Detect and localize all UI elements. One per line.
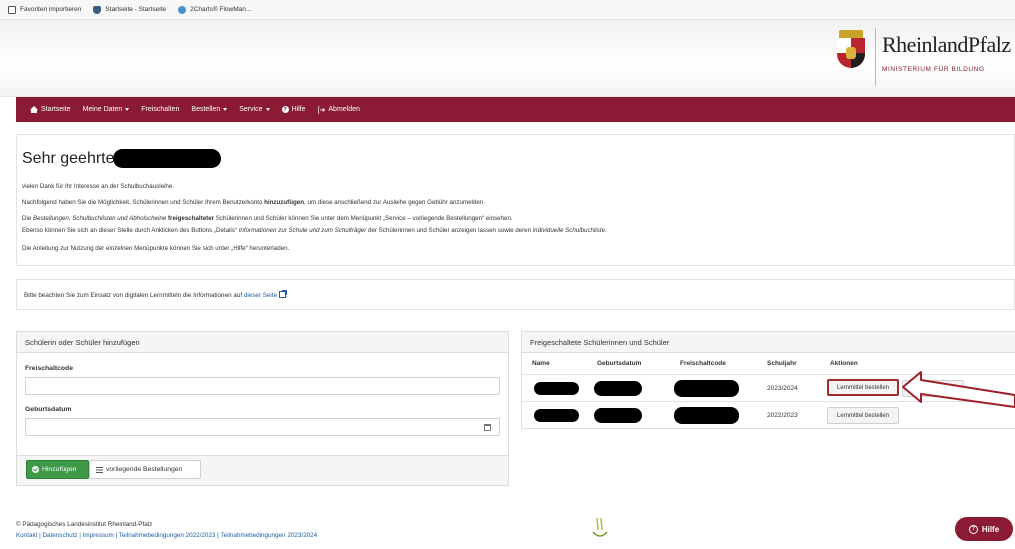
row-divider — [522, 401, 1015, 402]
add-button-label: Hinzufügen — [42, 466, 77, 473]
coat-of-arms-icon — [835, 30, 867, 68]
column-header-name: Name — [532, 360, 550, 367]
greeting-heading: Sehr geehrte — [22, 149, 115, 167]
digital-materials-button[interactable]: digitale Lernmittel — [902, 380, 964, 397]
redacted-birthdate-cell — [594, 381, 642, 396]
order-materials-button[interactable]: Lernmittel bestellen — [827, 379, 899, 396]
form-footer: Hinzufügen vorliegende Bestellungen — [17, 455, 508, 485]
redacted-name — [112, 149, 221, 168]
caret-down-icon — [265, 108, 270, 111]
nav-label: Bestellen — [191, 106, 221, 113]
ministry-logo[interactable]: RheinlandPfalz MINISTERIUM FÜR BILDUNG — [835, 28, 1015, 90]
question-circle-icon: ? — [968, 524, 978, 534]
help-button-label: Hilfe — [981, 524, 1000, 534]
nav-label: Meine Daten — [82, 106, 123, 113]
list-icon — [96, 466, 103, 473]
favorite-label: Startseite - Startseite — [105, 6, 167, 13]
column-header-geburtsdatum: Geburtsdatum — [597, 360, 642, 367]
external-link-icon[interactable] — [279, 290, 288, 298]
nav-label: Service — [239, 106, 263, 113]
digital-media-info: Bitte beachten Sie zum Einsatz von digit… — [16, 279, 1015, 310]
orders-button-label: vorliegende Bestellungen — [106, 466, 183, 473]
redacted-name-cell — [534, 409, 579, 422]
row-divider — [522, 374, 1015, 375]
welcome-line-5: Die Anleitung zur Nutzung der einzelnen … — [22, 245, 290, 252]
nav-freischalten[interactable]: Freischalten — [141, 106, 179, 113]
freischaltcode-input[interactable] — [25, 377, 500, 395]
freischaltcode-label: Freischaltcode — [25, 365, 73, 372]
favorite-flowman[interactable]: 2Charts® FlowMan... — [178, 5, 252, 14]
site-header: RheinlandPfalz MINISTERIUM FÜR BILDUNG — [0, 20, 1015, 97]
redacted-code-cell — [674, 380, 739, 397]
welcome-line-3: Die Bestellungen, Schulbuchlisten und Ab… — [22, 215, 513, 222]
favorite-startseite[interactable]: Startseite - Startseite — [93, 5, 167, 14]
column-header-aktionen: Aktionen — [830, 360, 858, 367]
panel-title: Freigeschaltete Schülerinnen und Schüler — [522, 332, 1015, 353]
main-nav: Startseite Meine Daten Freischalten Best… — [16, 97, 1015, 122]
welcome-line-4: Ebenso können Sie sich an dieser Stelle … — [22, 227, 607, 234]
favorites-bar: Favoriten importieren Startseite - Start… — [0, 0, 1015, 20]
geburtsdatum-input[interactable] — [25, 418, 500, 436]
welcome-panel: Sehr geehrte vielen Dank für Ihr Interes… — [16, 134, 1015, 266]
folder-icon — [8, 5, 16, 14]
nav-hilfe[interactable]: ? Hilfe — [281, 106, 306, 113]
favorite-label: Favoriten importieren — [20, 6, 82, 13]
nav-label: Abmelden — [328, 106, 360, 113]
nav-label: Hilfe — [291, 106, 306, 113]
redacted-name-cell — [534, 382, 579, 395]
order-materials-button[interactable]: Lernmittel bestellen — [827, 407, 899, 424]
schuljahr-cell: 2022/2023 — [767, 412, 798, 419]
column-header-schuljahr: Schuljahr — [767, 360, 797, 367]
help-button[interactable]: ? Hilfe — [955, 517, 1013, 541]
welcome-line-2: Nachfolgend haben Sie die Möglichkeit, S… — [22, 199, 485, 206]
logo-subtitle: MINISTERIUM FÜR BILDUNG — [882, 66, 985, 73]
panel-title: Schülerin oder Schüler hinzufügen — [17, 332, 508, 353]
pl-logo-icon — [592, 517, 608, 537]
add-button[interactable]: Hinzufügen — [26, 460, 89, 479]
logo-divider — [875, 28, 876, 86]
home-icon — [30, 106, 38, 113]
nav-label: Startseite — [41, 106, 71, 113]
geburtsdatum-label: Geburtsdatum — [25, 406, 72, 413]
shield-icon — [93, 5, 102, 14]
orders-button[interactable]: vorliegende Bestellungen — [89, 460, 201, 479]
question-icon: ? — [281, 106, 289, 113]
footer-copyright: © Pädagogisches Landesinstitut Rheinland… — [16, 521, 153, 528]
globe-icon — [178, 5, 187, 14]
logo-name: RheinlandPfalz — [882, 32, 1011, 57]
logout-icon: [➜ — [317, 106, 326, 114]
favorite-import[interactable]: Favoriten importieren — [8, 5, 82, 14]
nav-meine-daten[interactable]: Meine Daten — [83, 106, 130, 113]
schuljahr-cell: 2023/2024 — [767, 385, 798, 392]
nav-startseite[interactable]: Startseite — [30, 106, 71, 113]
footer-links[interactable]: Kontakt | Datenschutz | Impressum | Teil… — [16, 532, 317, 539]
calendar-icon[interactable] — [484, 424, 491, 431]
check-circle-icon — [32, 466, 39, 473]
info-text: Bitte beachten Sie zum Einsatz von digit… — [24, 290, 288, 299]
nav-label: Freischalten — [141, 106, 180, 113]
nav-abmelden[interactable]: [➜ Abmelden — [318, 106, 360, 114]
caret-down-icon — [223, 108, 228, 111]
favorite-label: 2Charts® FlowMan... — [190, 6, 252, 13]
add-student-panel: Schülerin oder Schüler hinzufügen Freisc… — [16, 331, 509, 486]
info-link[interactable]: dieser Seite — [244, 292, 277, 299]
nav-bestellen[interactable]: Bestellen — [191, 106, 228, 113]
students-table-panel: Freigeschaltete Schülerinnen und Schüler… — [521, 331, 1015, 429]
column-header-freischaltcode: Freischaltcode — [680, 360, 726, 367]
nav-service[interactable]: Service — [239, 106, 270, 113]
welcome-line-1: vielen Dank für Ihr Interesse an der Sch… — [22, 183, 175, 190]
redacted-code-cell — [674, 407, 739, 424]
caret-down-icon — [125, 108, 130, 111]
redacted-birthdate-cell — [594, 408, 642, 423]
